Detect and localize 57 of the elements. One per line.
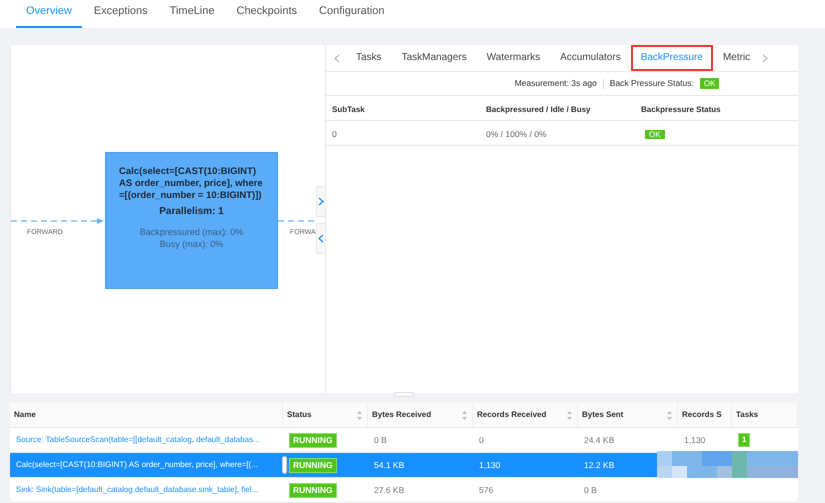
nav-tab[interactable]: Checkpoints [226,0,308,28]
table-cell: 27.6 KB [374,484,404,496]
column-header: SubTask [332,105,365,114]
column-header: Name [14,409,36,421]
table-cell: 0 [332,129,337,139]
chevron-left-icon [318,234,324,243]
table-cell: 54.1 KB [374,458,404,472]
chevron-left-icon[interactable] [334,54,340,62]
status-tag: RUNNING [289,482,337,498]
column-header: Tasks [736,409,758,421]
detail-tab[interactable]: Metric [712,45,760,71]
node-parallelism: Parallelism: 1 [158,205,225,219]
drag-handle[interactable] [282,456,287,474]
column-header: Backpressured / Idle / Busy [486,105,590,114]
task-count-tag: 1 [738,433,750,447]
table-cell: 0 [479,434,484,446]
column-header: Bytes Sent [582,409,624,421]
node-backpressured: Backpressured (max): 0% [138,226,244,238]
table-cell: 1,130 [684,434,706,446]
nav-tab[interactable]: Configuration [309,0,394,28]
table-cell: 24.4 KB [584,434,614,446]
nav-tab[interactable]: Exceptions [84,0,158,28]
collapse-button[interactable] [316,223,325,254]
graph-node[interactable]: Calc(select=[CAST(10:BIGINT) AS order_number, price], where=[(order_number = 10:BIGINT)]) Parallelism: 1 Backpressured (max): 0% Busy (max): 0% [105,152,278,289]
table-cell: 0 B [584,484,597,496]
column-header: Status [287,409,312,421]
chevron-right-icon[interactable] [762,54,768,62]
detail-tab[interactable]: TaskManagers [392,45,477,71]
column-header: Records S [682,409,722,421]
detail-tab[interactable]: Tasks [346,45,392,71]
resize-handle[interactable] [394,392,414,398]
nav-tab[interactable]: TimeLine [160,0,224,28]
column-header: Bytes Received [372,409,432,421]
sort-icon[interactable] [461,410,468,420]
table-cell: 1,130 [479,458,500,472]
table-cell: 576 [479,484,494,496]
detail-tab[interactable]: Watermarks [476,45,550,71]
status-tag: RUNNING [289,432,337,448]
status-tag: OK [700,78,720,89]
column-header: Backpressure Status [641,105,721,114]
status-tag: OK [645,130,665,139]
table-cell: 0 B [374,434,387,446]
measurement-text: Measurement: 3s ago [514,77,597,90]
chevron-right-icon [318,197,324,206]
table-cell: 12.2 KB [584,458,614,472]
node-busy: Busy (max): 0% [158,238,224,250]
sort-icon[interactable] [666,410,673,420]
column-header: Records Received [477,409,546,421]
detail-tab[interactable]: Accumulators [550,45,631,71]
status-tag: RUNNING [289,458,337,472]
expand-button[interactable] [316,186,325,217]
sort-icon[interactable] [566,410,573,420]
sort-icon[interactable] [356,410,363,420]
node-title: Calc(select=[CAST(10:BIGINT) AS order_number, price], where=[(order_number = 10:BIGINT)]) [119,166,264,202]
status-label: Back Pressure Status: [610,77,694,90]
table-cell: 0% / 100% / 0% [486,129,546,139]
table-row[interactable]: Sink: Sink(table=[default_catalog.default_database.sink_table], fiel... RUNNING 27.6 KB 576 0 B [10,478,798,503]
